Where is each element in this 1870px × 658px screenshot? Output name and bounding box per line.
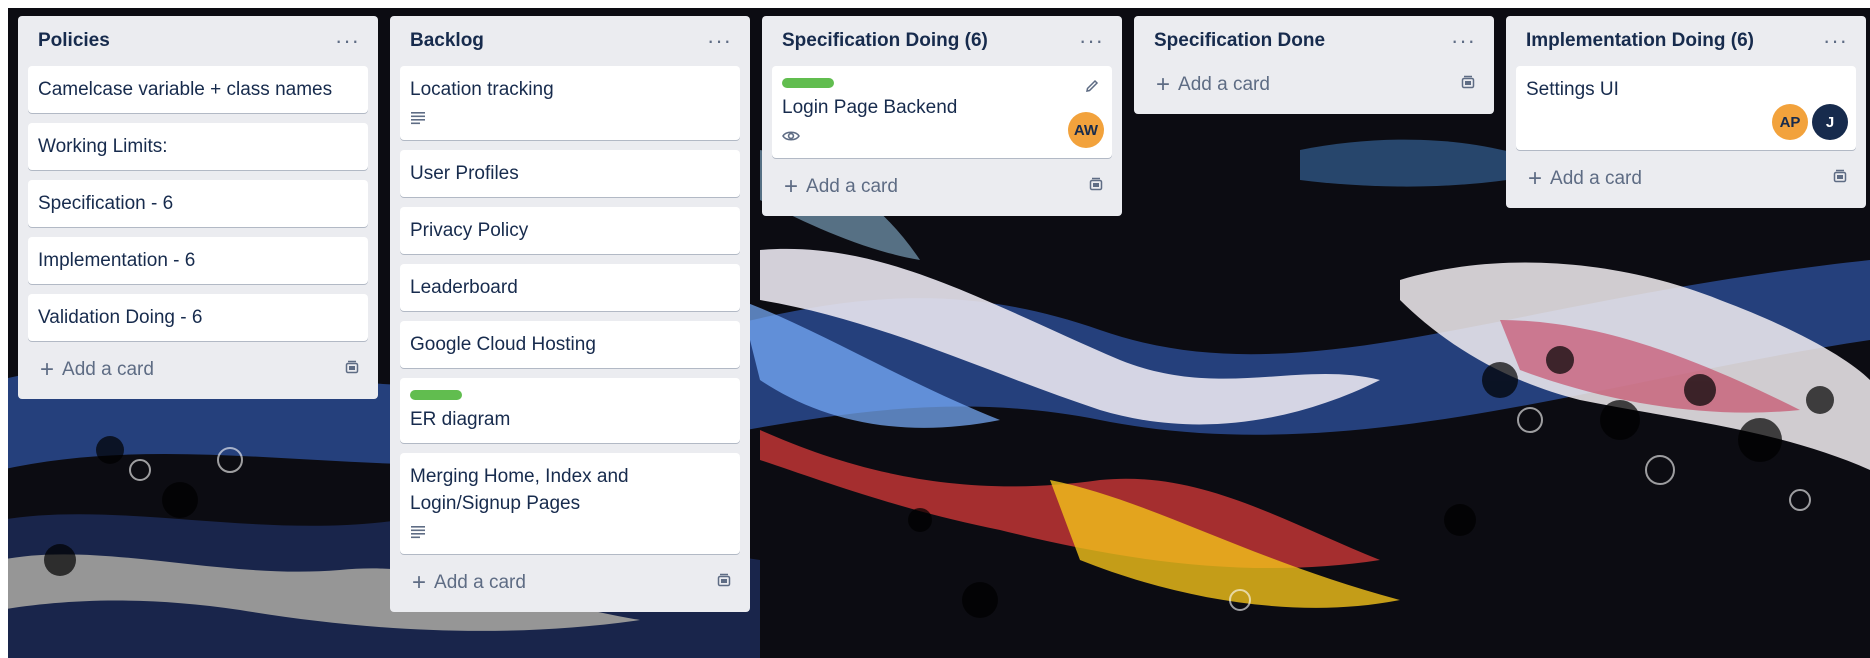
add-card-label: Add a card <box>434 572 526 593</box>
list-title[interactable]: Implementation Doing (6) <box>1526 30 1754 52</box>
card-title: ER diagram <box>410 409 511 430</box>
more-icon[interactable]: ··· <box>335 30 360 52</box>
avatar[interactable]: AW <box>1068 112 1104 148</box>
avatar[interactable]: AP <box>1772 104 1808 140</box>
card[interactable]: Privacy Policy <box>400 207 740 254</box>
add-card-label: Add a card <box>1550 168 1642 189</box>
card[interactable]: ER diagram <box>400 378 740 443</box>
card-title: Google Cloud Hosting <box>410 334 596 355</box>
list-header: Backlog ··· <box>400 16 740 66</box>
list-specification-done: Specification Done ··· + Add a card <box>1134 16 1494 114</box>
card-title: Location tracking <box>410 79 554 100</box>
card-title: Validation Doing - 6 <box>38 307 203 328</box>
template-icon[interactable] <box>716 573 732 594</box>
card[interactable]: Working Limits: <box>28 123 368 170</box>
more-icon[interactable]: ··· <box>1451 30 1476 52</box>
list-title[interactable]: Policies <box>38 30 110 52</box>
plus-icon: + <box>412 569 427 596</box>
plus-icon: + <box>40 356 55 383</box>
plus-icon: + <box>1156 71 1171 98</box>
card[interactable]: Location tracking <box>400 66 740 140</box>
list-title[interactable]: Specification Doing (6) <box>782 30 988 52</box>
plus-icon: + <box>784 173 799 200</box>
card-title: Implementation - 6 <box>38 250 196 271</box>
add-card-label: Add a card <box>806 176 898 197</box>
list-title[interactable]: Specification Done <box>1154 30 1325 52</box>
card[interactable]: Validation Doing - 6 <box>28 294 368 341</box>
card-title: User Profiles <box>410 163 519 184</box>
card[interactable]: User Profiles <box>400 150 740 197</box>
card[interactable]: Camelcase variable + class names <box>28 66 368 113</box>
card-title: Settings UI <box>1526 79 1619 100</box>
add-card-button[interactable]: + Add a card <box>28 351 368 389</box>
template-icon[interactable] <box>1460 75 1476 96</box>
card-label-green[interactable] <box>410 390 462 400</box>
card-title: Merging Home, Index and Login/Signup Pag… <box>410 466 629 514</box>
list-header: Specification Doing (6) ··· <box>772 16 1112 66</box>
card[interactable]: Login Page Backend AW <box>772 66 1112 158</box>
add-card-button[interactable]: + Add a card <box>1516 160 1856 198</box>
description-icon <box>410 111 426 130</box>
list-backlog: Backlog ··· Location tracking User Profi… <box>390 16 750 612</box>
list-header: Implementation Doing (6) ··· <box>1516 16 1856 66</box>
add-card-label: Add a card <box>62 359 154 380</box>
template-icon[interactable] <box>1088 177 1104 198</box>
plus-icon: + <box>1528 165 1543 192</box>
list-implementation-doing: Implementation Doing (6) ··· Settings UI… <box>1506 16 1866 208</box>
card[interactable]: Merging Home, Index and Login/Signup Pag… <box>400 453 740 554</box>
card-title: Camelcase variable + class names <box>38 79 333 100</box>
list-header: Policies ··· <box>28 16 368 66</box>
list-title[interactable]: Backlog <box>410 30 484 52</box>
top-edge <box>0 0 1870 8</box>
card-members: AP J <box>1772 104 1848 140</box>
card[interactable]: Google Cloud Hosting <box>400 321 740 368</box>
add-card-label: Add a card <box>1178 74 1270 95</box>
card[interactable]: Specification - 6 <box>28 180 368 227</box>
card-title: Specification - 6 <box>38 193 174 214</box>
pencil-icon[interactable] <box>1084 78 1100 99</box>
card-label-green[interactable] <box>782 78 834 88</box>
more-icon[interactable]: ··· <box>1079 30 1104 52</box>
eye-icon <box>782 129 800 148</box>
more-icon[interactable]: ··· <box>707 30 732 52</box>
card[interactable]: Leaderboard <box>400 264 740 311</box>
avatar[interactable]: J <box>1812 104 1848 140</box>
card-title: Leaderboard <box>410 277 518 298</box>
list-policies: Policies ··· Camelcase variable + class … <box>18 16 378 399</box>
left-edge <box>0 0 8 658</box>
description-icon <box>410 525 426 544</box>
add-card-button[interactable]: + Add a card <box>400 564 740 602</box>
add-card-button[interactable]: + Add a card <box>772 168 1112 206</box>
add-card-button[interactable]: + Add a card <box>1144 66 1484 104</box>
card-title: Working Limits: <box>38 136 168 157</box>
more-icon[interactable]: ··· <box>1823 30 1848 52</box>
card-members: AW <box>1068 112 1104 148</box>
list-specification-doing: Specification Doing (6) ··· Login Page B… <box>762 16 1122 216</box>
list-header: Specification Done ··· <box>1144 16 1484 66</box>
template-icon[interactable] <box>344 360 360 381</box>
card-title: Login Page Backend <box>782 97 958 118</box>
card[interactable]: Settings UI AP J <box>1516 66 1856 150</box>
template-icon[interactable] <box>1832 169 1848 190</box>
card-title: Privacy Policy <box>410 220 529 241</box>
card[interactable]: Implementation - 6 <box>28 237 368 284</box>
